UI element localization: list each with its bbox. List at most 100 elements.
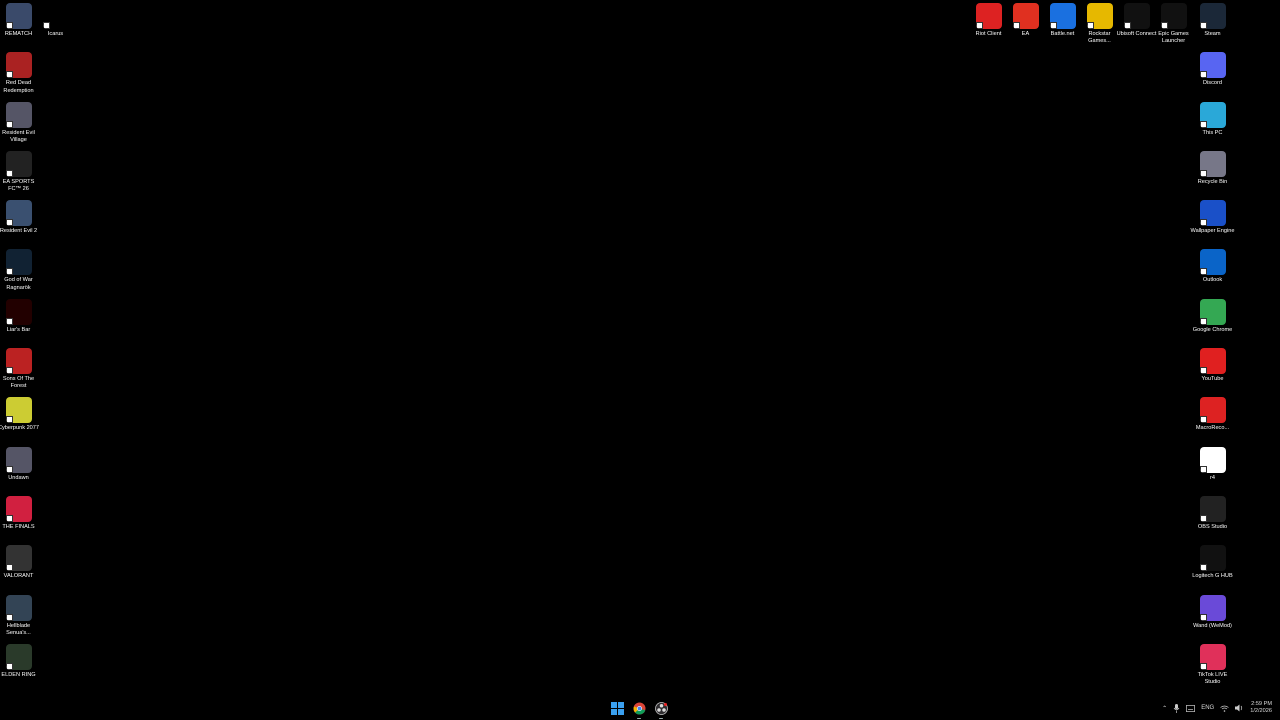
desktop-icon-rockstar-games[interactable]: Rockstar Games...: [1081, 2, 1118, 51]
desktop-icon-label: THE FINALS: [2, 523, 35, 530]
windows-start-button[interactable]: [608, 699, 626, 717]
microphone-icon[interactable]: [1173, 703, 1180, 713]
shortcut-arrow-icon: [1199, 317, 1207, 325]
steam-icon: [1199, 3, 1226, 29]
ea-icon: [1012, 3, 1039, 29]
obs-studio-icon: [1199, 495, 1226, 522]
shortcut-arrow-icon: [1199, 219, 1207, 227]
desktop-icon-riot-client[interactable]: Riot Client: [970, 2, 1007, 51]
desktop-icon-recycle-bin[interactable]: Recycle Bin: [1194, 150, 1231, 199]
epic-games-launcher-icon: [1160, 3, 1187, 29]
resident-evil-2-icon: [5, 200, 32, 227]
desktop-icon-epic-games-launcher[interactable]: Epic Games Launcher: [1155, 2, 1192, 51]
desktop-icon-sons-of-the-forest[interactable]: Sons Of The Forest: [0, 347, 37, 396]
desktop-icon-label: Steam: [1204, 31, 1221, 37]
outlook-icon: [1199, 249, 1226, 276]
desktop-icon-tiktok-live-studio[interactable]: TikTok LIVE Studio: [1194, 643, 1231, 692]
desktop-icon-label: TikTok LIVE Studio: [1197, 671, 1228, 686]
google-chrome-icon: [1199, 298, 1226, 325]
taskbar-obs-button[interactable]: [652, 699, 670, 719]
shortcut-arrow-icon: [1199, 71, 1207, 79]
discord-icon: [1199, 52, 1226, 79]
shortcut-arrow-icon: [1199, 564, 1207, 572]
desktop-icon-wallpaper-engine[interactable]: Wallpaper Engine: [1191, 199, 1234, 248]
desktop[interactable]: REMATCH Red Dead Redemption Resident Evil …: [0, 0, 1280, 696]
desktop-icon-ea[interactable]: EA: [1007, 2, 1044, 51]
shortcut-arrow-icon: [1199, 465, 1207, 473]
shortcut-arrow-icon: [1199, 613, 1207, 621]
desktop-icon-icarus[interactable]: Icarus: [37, 2, 74, 51]
desktop-icon-label: r4: [1210, 474, 1215, 481]
desktop-icon-valorant[interactable]: VALORANT: [0, 544, 37, 593]
shortcut-arrow-icon: [1199, 22, 1207, 29]
keyboard-icon[interactable]: [1186, 704, 1196, 712]
shortcut-arrow-icon: [1199, 169, 1207, 177]
desktop-icon-god-of-war-ragnar-k[interactable]: God of War Ragnarök: [0, 248, 37, 297]
desktop-icon-steam[interactable]: Steam: [1194, 2, 1231, 51]
desktop-icon-ea-sports-fc-26[interactable]: EA SPORTS FC™ 26: [0, 150, 37, 199]
desktop-icon-this-pc[interactable]: This PC: [1194, 101, 1231, 150]
clock-date: 1/2/2026: [1250, 708, 1272, 714]
desktop-icon-the-finals[interactable]: THE FINALS: [0, 495, 37, 544]
wand-wemod-icon: [1199, 594, 1226, 621]
shortcut-arrow-icon: [5, 465, 13, 473]
desktop-icon-ubisoft-connect[interactable]: Ubisoft Connect: [1117, 2, 1156, 51]
shortcut-arrow-icon: [1199, 514, 1207, 522]
ea-sports-fc-26-icon: [5, 150, 32, 177]
desktop-icon-logitech-g-hub[interactable]: Logitech G HUB: [1192, 544, 1233, 593]
desktop-icon-google-chrome[interactable]: Google Chrome: [1193, 298, 1232, 347]
wallpaper-engine-icon: [1199, 200, 1226, 227]
rockstar-games-icon: [1086, 3, 1113, 29]
desktop-icon-label: God of War Ragnarök: [4, 277, 33, 291]
desktop-icon-label: Logitech G HUB: [1192, 573, 1233, 580]
desktop-icon-discord[interactable]: Discord: [1194, 51, 1231, 100]
desktop-icon-hellblade-senua-s[interactable]: Hellblade Senua's...: [0, 594, 37, 643]
desktop-icon-wand-wemod[interactable]: Wand (WeMod): [1193, 594, 1232, 643]
desktop-icon-cyberpunk-2077[interactable]: Cyberpunk 2077: [0, 396, 39, 445]
desktop-icon-label: Liar's Bar: [6, 326, 31, 333]
r4-icon: [1199, 446, 1226, 473]
desktop-icons-right: Steam Discord This PC Recycle Bin Wallpaper …: [1191, 2, 1234, 692]
desktop-icon-label: Outlook: [1202, 277, 1223, 284]
desktop-icon-outlook[interactable]: Outlook: [1194, 248, 1231, 297]
obs-icon: [654, 701, 668, 715]
desktop-icon-label: Resident Evil Village: [2, 129, 35, 143]
shortcut-arrow-icon: [975, 22, 983, 29]
desktop-icon-label: VALORANT: [3, 573, 34, 580]
running-indicator: [637, 717, 641, 719]
desktop-icon-macroreco[interactable]: MacroReco...: [1194, 396, 1231, 445]
rematch-icon: [5, 3, 32, 29]
chevron-up-icon[interactable]: ⌃: [1162, 705, 1167, 712]
desktop-icon-label: Undawn: [8, 474, 29, 481]
youtube-icon: [1199, 348, 1226, 375]
clock-time: 2:59 PM: [1251, 700, 1272, 707]
desktop-icon-youtube[interactable]: YouTube: [1194, 347, 1231, 396]
desktop-icon-resident-evil-village[interactable]: Resident Evil Village: [0, 101, 37, 150]
taskbar-chrome-button[interactable]: [630, 699, 648, 719]
desktop-icon-label: Wand (WeMod): [1193, 622, 1232, 629]
language-indicator[interactable]: ENG: [1201, 705, 1214, 711]
desktop-icon-resident-evil-2[interactable]: Resident Evil 2: [0, 199, 37, 248]
battle-net-icon: [1049, 3, 1076, 29]
shortcut-arrow-icon: [5, 268, 13, 276]
shortcut-arrow-icon: [1012, 22, 1020, 29]
desktop-icon-rematch[interactable]: REMATCH: [0, 2, 37, 51]
wifi-icon[interactable]: [1220, 705, 1229, 712]
desktop-icon-liar-s-bar[interactable]: Liar's Bar: [0, 298, 37, 347]
desktop-icon-obs-studio[interactable]: OBS Studio: [1194, 495, 1231, 544]
valorant-icon: [5, 545, 32, 572]
desktop-icon-label: MacroReco...: [1195, 425, 1230, 432]
desktop-icon-undawn[interactable]: Undawn: [0, 446, 37, 495]
clock[interactable]: 2:59 PM 1/2/2026: [1250, 701, 1272, 716]
speaker-icon[interactable]: [1235, 704, 1244, 712]
desktop-icon-red-dead-redemption[interactable]: Red Dead Redemption: [0, 51, 37, 100]
desktop-icon-label: Resident Evil 2: [0, 228, 38, 235]
desktop-icon-battle-net[interactable]: Battle.net: [1044, 2, 1081, 51]
shortcut-arrow-icon: [1199, 367, 1207, 375]
shortcut-arrow-icon: [5, 662, 13, 670]
desktop-icon-elden-ring[interactable]: ELDEN RING: [0, 643, 37, 692]
resident-evil-village-icon: [5, 101, 32, 128]
desktop-icon-r4[interactable]: r4: [1194, 446, 1231, 495]
shortcut-arrow-icon: [1123, 22, 1131, 29]
shortcut-arrow-icon: [42, 22, 50, 29]
